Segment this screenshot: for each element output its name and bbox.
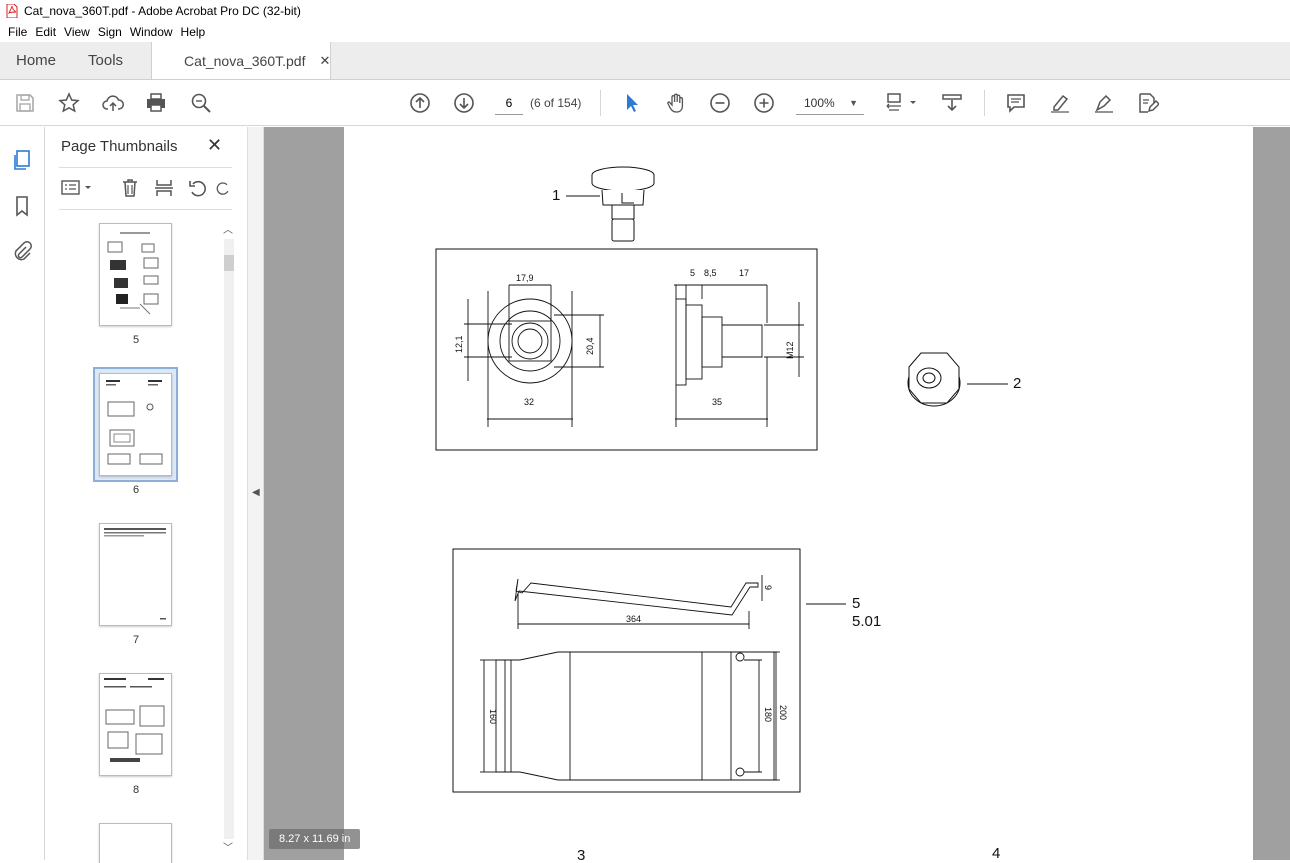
- navigation-rail: [0, 127, 45, 860]
- menu-sign[interactable]: Sign: [94, 25, 126, 39]
- callout-3: 3: [577, 847, 586, 860]
- tab-document-label: Cat_nova_360T.pdf: [184, 52, 306, 69]
- callout-5-01: 5.01: [852, 613, 882, 630]
- menu-view[interactable]: View: [60, 25, 94, 39]
- acrobat-pdf-icon: [6, 3, 18, 19]
- previous-page-icon[interactable]: [408, 91, 432, 115]
- star-icon[interactable]: [57, 91, 81, 115]
- dim-17: 17: [739, 268, 749, 278]
- dim-20-4: 20,4: [585, 337, 595, 355]
- select-cursor-icon[interactable]: [620, 91, 644, 115]
- menu-bar: File Edit View Sign Window Help: [0, 22, 1290, 42]
- thumbnail-toolbar: [59, 175, 234, 203]
- dim-160: 160: [488, 709, 498, 724]
- thumbnail-page-9[interactable]: [99, 823, 172, 863]
- chevron-down-icon: ▼: [849, 97, 858, 108]
- insert-page-icon[interactable]: [153, 177, 175, 199]
- collapse-panel-icon[interactable]: ◀: [252, 487, 260, 498]
- menu-edit[interactable]: Edit: [31, 25, 60, 39]
- toolbar-divider: [600, 90, 601, 116]
- edit-pdf-icon[interactable]: [1136, 91, 1160, 115]
- scrollbar-track[interactable]: [224, 239, 234, 839]
- save-icon[interactable]: [13, 91, 37, 115]
- thumbnail-page-5[interactable]: [99, 223, 172, 326]
- next-page-icon[interactable]: [452, 91, 476, 115]
- panel-title: Page Thumbnails: [61, 138, 178, 155]
- chevron-up-icon[interactable]: ︿: [223, 221, 233, 236]
- dim-m12: M12: [785, 341, 795, 359]
- thumbnail-page-6[interactable]: [99, 373, 172, 476]
- page-fit-icon[interactable]: [884, 91, 920, 115]
- divider: [59, 167, 232, 168]
- divider: [59, 209, 232, 210]
- options-menu-icon[interactable]: [61, 177, 95, 199]
- part-5-clamp-top-view: [480, 651, 780, 781]
- page-size-indicator: 8.27 x 11.69 in: [269, 829, 361, 849]
- window-title: Cat_nova_360T.pdf - Adobe Acrobat Pro DC…: [24, 4, 301, 18]
- thumbnail-label-7: 7: [132, 634, 140, 646]
- thumbnail-page-8[interactable]: [99, 673, 172, 776]
- hand-tool-icon[interactable]: [664, 91, 688, 115]
- dim-364: 364: [626, 614, 641, 624]
- menu-window[interactable]: Window: [126, 25, 177, 39]
- callout-4: 4: [992, 845, 1001, 860]
- comment-icon[interactable]: [1004, 91, 1028, 115]
- dim-200: 200: [778, 705, 788, 720]
- scrolling-mode-icon[interactable]: [940, 91, 964, 115]
- zoom-in-icon[interactable]: [752, 91, 776, 115]
- tab-bar: Home Tools Cat_nova_360T.pdf ✕: [0, 42, 1290, 80]
- thumbnail-scrollbar[interactable]: ︿ ﹀: [221, 219, 237, 860]
- cloud-upload-icon[interactable]: [101, 91, 125, 115]
- close-icon[interactable]: ✕: [319, 53, 330, 69]
- scrollbar-thumb[interactable]: [224, 255, 234, 271]
- thumbnail-label-5: 5: [132, 334, 140, 346]
- dim-17-9: 17,9: [516, 273, 534, 283]
- rotate-left-icon[interactable]: [187, 177, 209, 199]
- zoom-search-icon[interactable]: [189, 91, 213, 115]
- toolbar: (6 of 154) 100% ▼: [0, 80, 1290, 126]
- tab-home[interactable]: Home: [0, 42, 72, 79]
- thumbnail-page-7[interactable]: [99, 523, 172, 626]
- part-2-nut-illustration: [907, 352, 961, 407]
- callout-2: 2: [1013, 375, 1022, 392]
- tab-tools[interactable]: Tools: [72, 42, 139, 79]
- title-bar: Cat_nova_360T.pdf - Adobe Acrobat Pro DC…: [0, 0, 1290, 22]
- part-1-knob-illustration: [591, 166, 655, 242]
- zoom-level-dropdown[interactable]: 100% ▼: [796, 91, 864, 115]
- close-icon[interactable]: ✕: [207, 135, 222, 156]
- technical-drawing: 17,9 12,1 20,4 32 5 8,5 17 M12 35 364 9 …: [435, 166, 1008, 793]
- tab-document[interactable]: Cat_nova_360T.pdf ✕: [151, 42, 332, 79]
- page-number-input[interactable]: [495, 91, 523, 115]
- callout-1: 1: [552, 187, 561, 204]
- highlight-icon[interactable]: [1048, 91, 1072, 115]
- rotate-right-icon[interactable]: [215, 177, 231, 199]
- dim-9: 9: [763, 585, 773, 590]
- panel-splitter[interactable]: ◀: [247, 127, 264, 860]
- zoom-level-value: 100%: [804, 95, 835, 110]
- delete-page-icon[interactable]: [119, 177, 141, 199]
- zoom-out-icon[interactable]: [708, 91, 732, 115]
- dim-12-1: 12,1: [454, 335, 464, 353]
- pdf-page: 17,9 12,1 20,4 32 5 8,5 17 M12 35 364 9 …: [344, 127, 1253, 860]
- page-thumbnails-panel: Page Thumbnails ✕ 5 6 7 8 ︿ ﹀: [45, 127, 247, 863]
- menu-help[interactable]: Help: [177, 25, 210, 39]
- dim-5: 5: [690, 268, 695, 278]
- bookmark-icon[interactable]: [10, 194, 34, 218]
- dim-8-5: 8,5: [704, 268, 717, 278]
- toolbar-divider: [984, 90, 985, 116]
- thumbnail-label-8: 8: [132, 784, 140, 796]
- chevron-down-icon[interactable]: ﹀: [223, 839, 233, 854]
- attachments-icon[interactable]: [10, 239, 34, 263]
- callout-5: 5: [852, 595, 861, 612]
- page-thumbnails-icon[interactable]: [10, 148, 34, 172]
- thumbnail-label-6: 6: [132, 484, 140, 496]
- dim-35: 35: [712, 397, 722, 407]
- page-count: (6 of 154): [530, 96, 582, 110]
- menu-file[interactable]: File: [4, 25, 31, 39]
- draw-pen-icon[interactable]: [1092, 91, 1116, 115]
- dim-32: 32: [524, 397, 534, 407]
- dim-180: 180: [763, 707, 773, 722]
- document-view[interactable]: 17,9 12,1 20,4 32 5 8,5 17 M12 35 364 9 …: [264, 127, 1290, 860]
- print-icon[interactable]: [144, 91, 168, 115]
